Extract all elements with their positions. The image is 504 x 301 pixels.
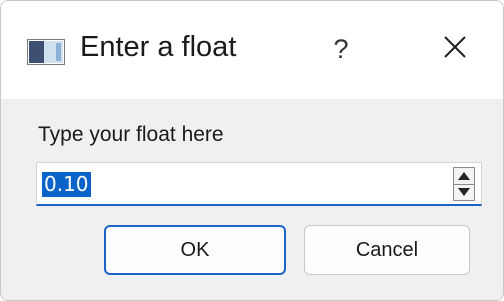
spinbox-buttons (453, 167, 475, 201)
chevron-down-icon (458, 183, 470, 201)
close-icon (443, 35, 467, 64)
float-spinbox[interactable]: 0.10 (36, 162, 482, 206)
cancel-button[interactable]: Cancel (304, 225, 470, 275)
close-button[interactable] (427, 23, 483, 75)
cancel-label: Cancel (355, 238, 419, 261)
prompt-label: Type your float here (38, 123, 224, 146)
ok-button[interactable]: OK (104, 225, 286, 275)
spinbox-value[interactable]: 0.10 (42, 172, 91, 197)
help-button[interactable]: ? (316, 23, 366, 75)
help-label: ? (333, 33, 349, 64)
dialog-window: Enter a float ? Type your float here 0.1… (0, 0, 504, 301)
window-icon (27, 39, 65, 65)
ok-label: OK (180, 238, 210, 261)
title-bar[interactable]: Enter a float ? (1, 1, 503, 99)
dialog-title: Enter a float (80, 31, 237, 63)
spin-down-button[interactable] (454, 184, 474, 200)
